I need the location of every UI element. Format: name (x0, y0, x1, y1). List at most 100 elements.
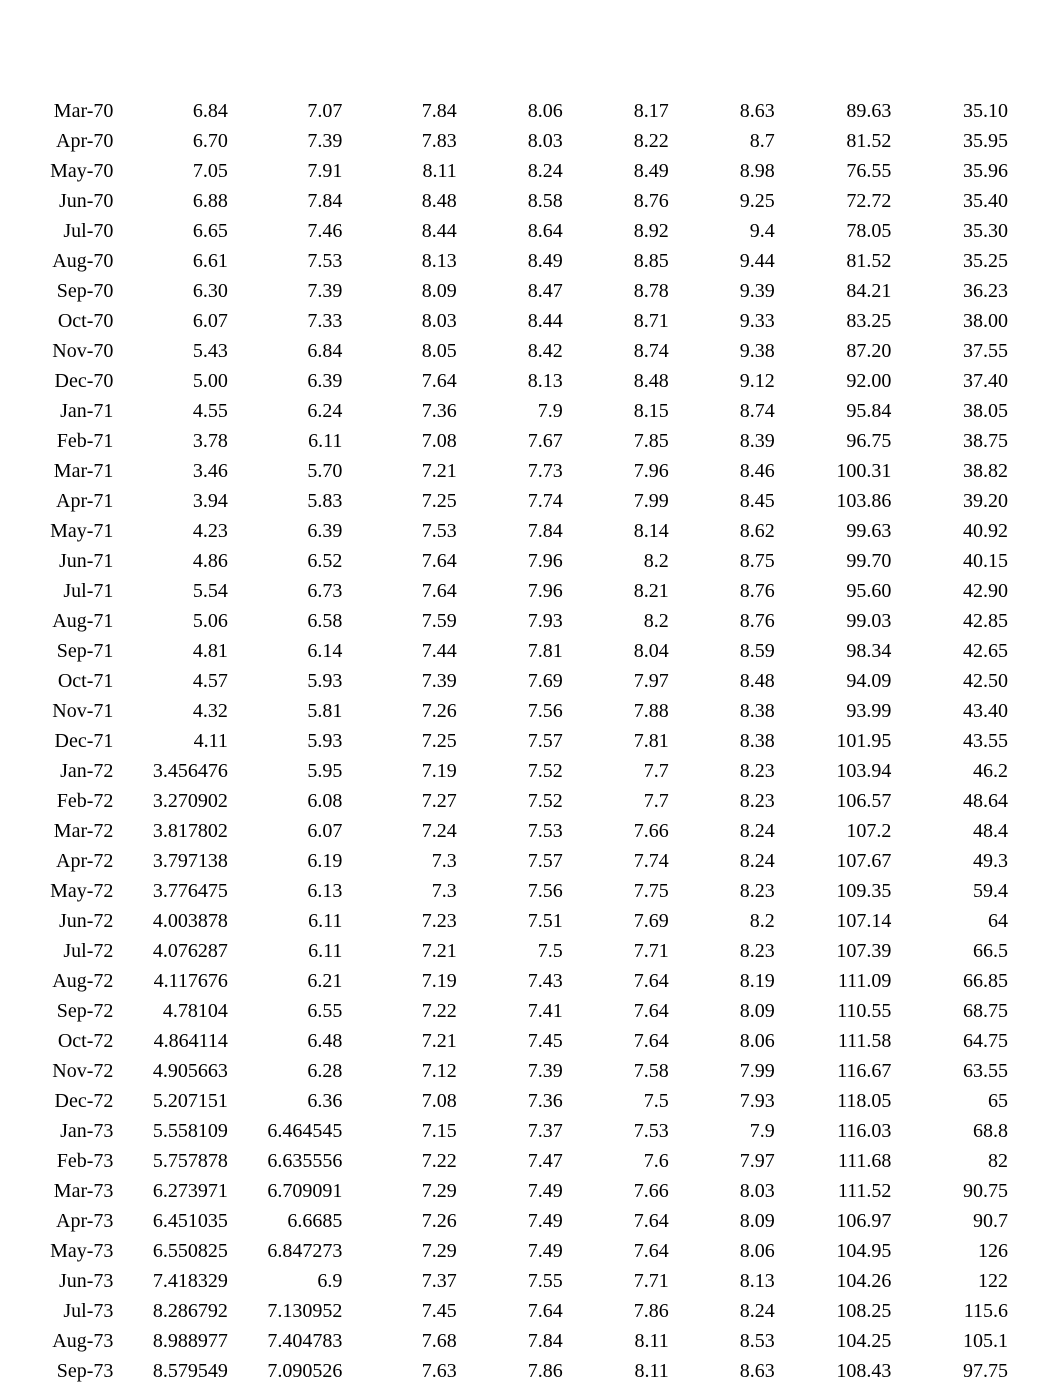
cell-col5: 8.11 (567, 1326, 673, 1356)
cell-col6: 8.23 (673, 936, 779, 966)
cell-col7: 93.99 (779, 696, 896, 726)
cell-col8: 90.75 (895, 1176, 1012, 1206)
table-row: Sep-724.781046.557.227.417.648.09110.556… (22, 996, 1012, 1026)
cell-col8: 66.5 (895, 936, 1012, 966)
cell-col4: 7.45 (461, 1026, 567, 1056)
table-row: Aug-724.1176766.217.197.437.648.19111.09… (22, 966, 1012, 996)
row-label: Jul-72 (22, 936, 117, 966)
cell-col6: 8.63 (673, 96, 779, 126)
cell-col7: 95.84 (779, 396, 896, 426)
cell-col2: 7.39 (232, 126, 346, 156)
cell-col3: 7.3 (346, 846, 460, 876)
cell-col2: 6.28 (232, 1056, 346, 1086)
cell-col6: 7.93 (673, 1086, 779, 1116)
cell-col7: 118.05 (779, 1086, 896, 1116)
cell-col4: 7.49 (461, 1206, 567, 1236)
cell-col1: 4.86 (117, 546, 231, 576)
cell-col3: 7.59 (346, 606, 460, 636)
cell-col4: 8.24 (461, 156, 567, 186)
cell-col5: 7.5 (567, 1086, 673, 1116)
table-row: Oct-706.077.338.038.448.719.3383.2538.00 (22, 306, 1012, 336)
table-row: Apr-736.4510356.66857.267.497.648.09106.… (22, 1206, 1012, 1236)
cell-col1: 6.451035 (117, 1206, 231, 1236)
cell-col2: 6.21 (232, 966, 346, 996)
cell-col5: 7.53 (567, 1116, 673, 1146)
document-page: Mar-706.847.077.848.068.178.6389.6335.10… (0, 0, 1062, 1386)
cell-col2: 6.39 (232, 516, 346, 546)
cell-col8: 42.50 (895, 666, 1012, 696)
cell-col3: 7.23 (346, 906, 460, 936)
cell-col8: 105.1 (895, 1326, 1012, 1356)
row-label: May-72 (22, 876, 117, 906)
cell-col2: 7.07 (232, 96, 346, 126)
table-row: Mar-723.8178026.077.247.537.668.24107.24… (22, 816, 1012, 846)
cell-col4: 7.52 (461, 786, 567, 816)
row-label: Aug-71 (22, 606, 117, 636)
cell-col5: 8.04 (567, 636, 673, 666)
cell-col5: 7.71 (567, 936, 673, 966)
cell-col4: 8.42 (461, 336, 567, 366)
cell-col5: 7.97 (567, 666, 673, 696)
cell-col6: 8.13 (673, 1266, 779, 1296)
table-row: Jun-706.887.848.488.588.769.2572.7235.40 (22, 186, 1012, 216)
cell-col8: 35.30 (895, 216, 1012, 246)
table-row: Sep-706.307.398.098.478.789.3984.2136.23 (22, 276, 1012, 306)
cell-col7: 98.34 (779, 636, 896, 666)
table-row: Sep-738.5795497.0905267.637.868.118.6310… (22, 1356, 1012, 1386)
cell-col5: 8.15 (567, 396, 673, 426)
cell-col8: 40.15 (895, 546, 1012, 576)
table-row: Mar-736.2739716.7090917.297.497.668.0311… (22, 1176, 1012, 1206)
cell-col4: 7.52 (461, 756, 567, 786)
cell-col2: 6.709091 (232, 1176, 346, 1206)
cell-col1: 6.61 (117, 246, 231, 276)
cell-col5: 7.86 (567, 1296, 673, 1326)
cell-col2: 7.46 (232, 216, 346, 246)
row-label: Oct-71 (22, 666, 117, 696)
cell-col3: 8.44 (346, 216, 460, 246)
table-row: Jun-724.0038786.117.237.517.698.2107.146… (22, 906, 1012, 936)
cell-col7: 110.55 (779, 996, 896, 1026)
cell-col8: 38.00 (895, 306, 1012, 336)
cell-col8: 42.65 (895, 636, 1012, 666)
cell-col5: 7.88 (567, 696, 673, 726)
cell-col1: 4.32 (117, 696, 231, 726)
cell-col3: 7.45 (346, 1296, 460, 1326)
cell-col2: 6.39 (232, 366, 346, 396)
cell-col3: 7.84 (346, 96, 460, 126)
cell-col6: 8.62 (673, 516, 779, 546)
cell-col8: 35.96 (895, 156, 1012, 186)
table-row: Mar-713.465.707.217.737.968.46100.3138.8… (22, 456, 1012, 486)
table-row: Jul-706.657.468.448.648.929.478.0535.30 (22, 216, 1012, 246)
cell-col6: 8.06 (673, 1236, 779, 1266)
cell-col4: 7.56 (461, 876, 567, 906)
cell-col8: 38.82 (895, 456, 1012, 486)
cell-col3: 7.3 (346, 876, 460, 906)
cell-col7: 72.72 (779, 186, 896, 216)
cell-col8: 43.55 (895, 726, 1012, 756)
cell-col3: 7.19 (346, 966, 460, 996)
cell-col2: 6.635556 (232, 1146, 346, 1176)
cell-col8: 64.75 (895, 1026, 1012, 1056)
cell-col6: 9.38 (673, 336, 779, 366)
row-label: Aug-72 (22, 966, 117, 996)
row-label: Mar-73 (22, 1176, 117, 1206)
cell-col7: 104.95 (779, 1236, 896, 1266)
cell-col2: 7.53 (232, 246, 346, 276)
cell-col3: 7.26 (346, 1206, 460, 1236)
row-label: Jul-73 (22, 1296, 117, 1326)
table-row: Dec-725.2071516.367.087.367.57.93118.056… (22, 1086, 1012, 1116)
cell-col3: 7.08 (346, 1086, 460, 1116)
cell-col5: 8.17 (567, 96, 673, 126)
cell-col3: 7.29 (346, 1236, 460, 1266)
cell-col6: 8.48 (673, 666, 779, 696)
row-label: Feb-72 (22, 786, 117, 816)
cell-col8: 35.95 (895, 126, 1012, 156)
cell-col2: 7.090526 (232, 1356, 346, 1386)
row-label: Jun-70 (22, 186, 117, 216)
cell-col6: 8.53 (673, 1326, 779, 1356)
cell-col7: 95.60 (779, 576, 896, 606)
row-label: Sep-70 (22, 276, 117, 306)
table-row: Mar-706.847.077.848.068.178.6389.6335.10 (22, 96, 1012, 126)
cell-col5: 7.64 (567, 996, 673, 1026)
cell-col1: 8.286792 (117, 1296, 231, 1326)
